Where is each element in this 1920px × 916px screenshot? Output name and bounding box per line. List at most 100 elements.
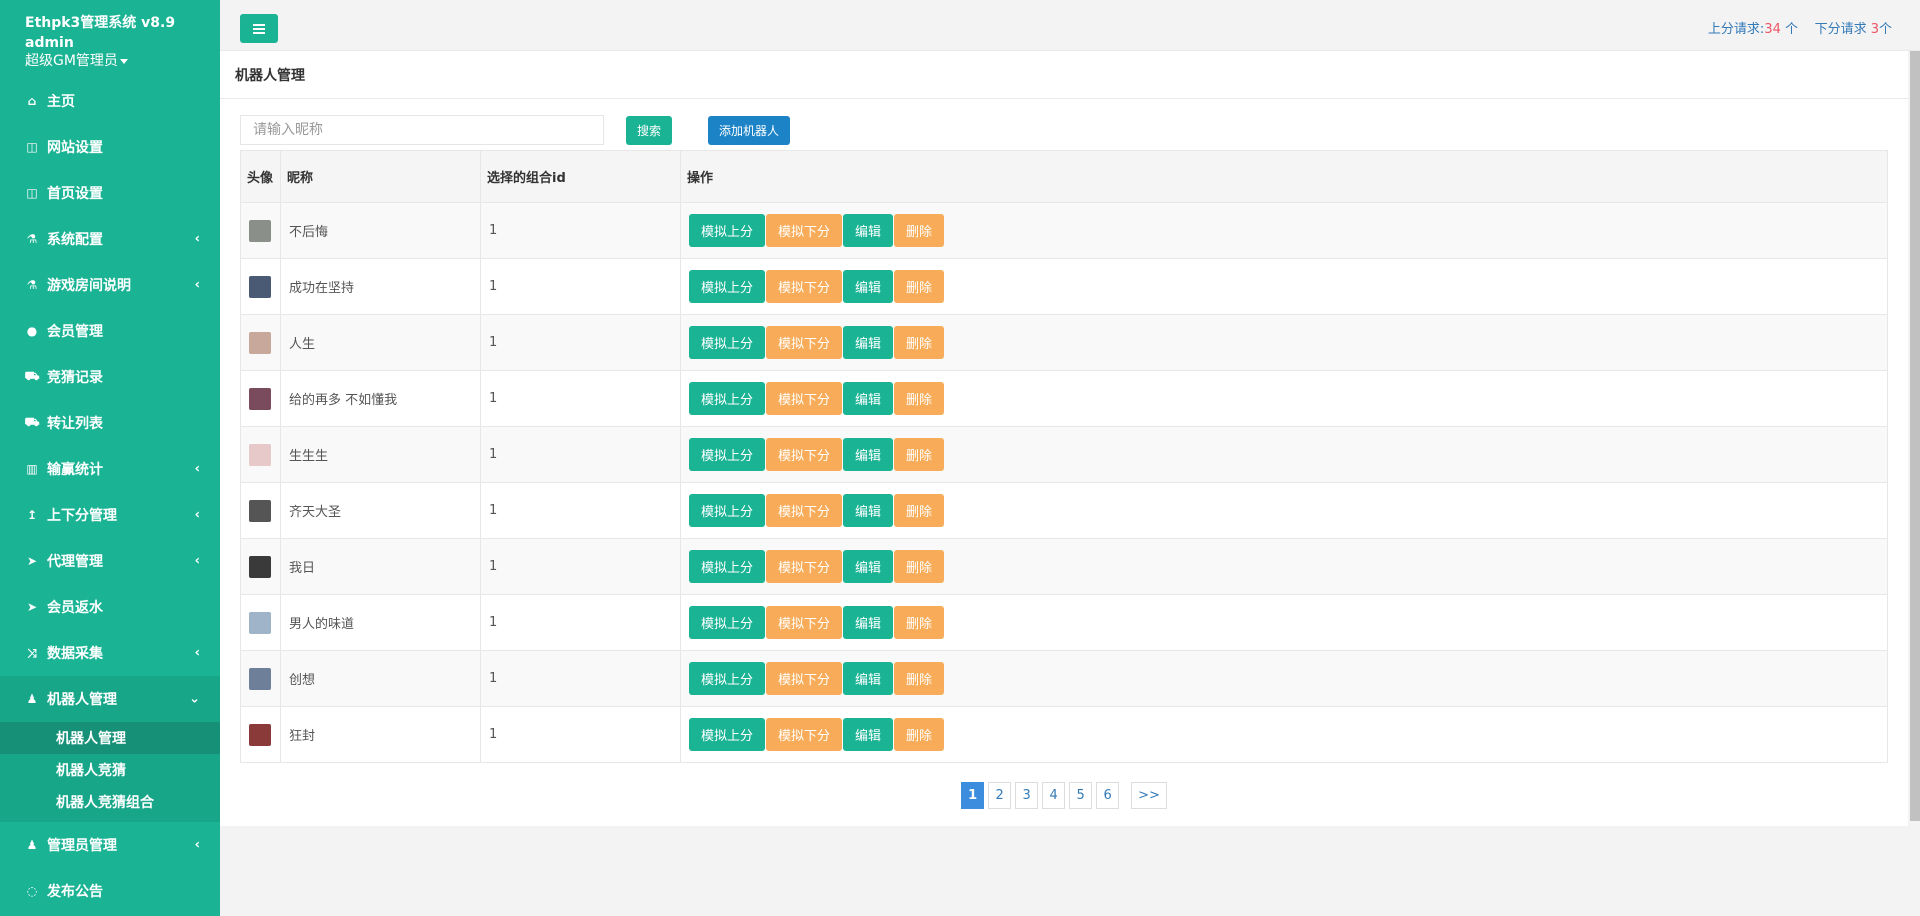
nickname-search-input[interactable] <box>240 115 604 145</box>
edit-button[interactable]: 编辑 <box>843 326 894 359</box>
simulate-deposit-button[interactable]: 模拟上分 <box>689 270 766 303</box>
sidebar-item[interactable]: ◫ 首页设置 <box>0 170 220 216</box>
up-request-link[interactable]: 上分请求:34 个 <box>1708 18 1798 37</box>
table-row: 男人的味道 1 模拟上分 模拟下分 编辑 删除 <box>240 594 1888 651</box>
sidebar-item[interactable]: ⚗ 系统配置 ‹ <box>0 216 220 262</box>
robot-submenu: 机器人管理 机器人竞猜 机器人竞猜组合 <box>0 722 220 822</box>
simulate-deposit-button[interactable]: 模拟上分 <box>689 214 766 247</box>
simulate-withdraw-button[interactable]: 模拟下分 <box>766 382 843 415</box>
delete-button[interactable]: 删除 <box>894 214 945 247</box>
submenu-item[interactable]: 机器人竞猜 <box>0 754 220 786</box>
page-link[interactable]: 3 <box>1015 782 1039 809</box>
pagination: 1 2 3 4 5 6 >> <box>220 782 1908 809</box>
simulate-withdraw-button[interactable]: 模拟下分 <box>766 438 843 471</box>
avatar-cell <box>240 370 281 427</box>
user-icon: ● <box>26 324 38 338</box>
simulate-deposit-button[interactable]: 模拟上分 <box>689 326 766 359</box>
sidebar-item[interactable]: ⌂ 主页 <box>0 78 220 124</box>
delete-button[interactable]: 删除 <box>894 326 945 359</box>
group-id-cell: 1 <box>480 482 681 539</box>
simulate-withdraw-button[interactable]: 模拟下分 <box>766 550 843 583</box>
edit-button[interactable]: 编辑 <box>843 606 894 639</box>
simulate-withdraw-button[interactable]: 模拟下分 <box>766 270 843 303</box>
submenu-item[interactable]: 机器人竞猜组合 <box>0 786 220 818</box>
delete-button[interactable]: 删除 <box>894 606 945 639</box>
delete-button[interactable]: 删除 <box>894 550 945 583</box>
simulate-withdraw-button[interactable]: 模拟下分 <box>766 326 843 359</box>
simulate-deposit-button[interactable]: 模拟上分 <box>689 494 766 527</box>
role-dropdown[interactable]: 超级GM管理员 <box>25 52 220 70</box>
simulate-deposit-button[interactable]: 模拟上分 <box>689 438 766 471</box>
simulate-deposit-button[interactable]: 模拟上分 <box>689 718 766 751</box>
submenu-item[interactable]: 机器人管理 <box>0 722 220 754</box>
main-panel: 机器人管理 搜索 添加机器人 头像 昵称 选择的组合id 操作 不后悔1模拟上分… <box>220 51 1908 826</box>
sidebar-item[interactable]: ● 会员管理 <box>0 308 220 354</box>
sidebar-item[interactable]: ◫ 网站设置 <box>0 124 220 170</box>
chevron-left-icon: ‹ <box>194 277 200 293</box>
sidebar-item[interactable]: ♟ 机器人管理 ⌄ <box>0 676 220 722</box>
group-id-cell: 1 <box>480 426 681 483</box>
delete-button[interactable]: 删除 <box>894 662 945 695</box>
simulate-withdraw-button[interactable]: 模拟下分 <box>766 662 843 695</box>
sidebar-item-label: 会员管理 <box>47 324 103 340</box>
sidebar-item[interactable]: ⛟ 转让列表 <box>0 400 220 446</box>
edit-button[interactable]: 编辑 <box>843 438 894 471</box>
edit-button[interactable]: 编辑 <box>843 662 894 695</box>
sidebar-item-label: 首页设置 <box>47 186 103 202</box>
sidebar-item[interactable]: ➤ 代理管理 ‹ <box>0 538 220 584</box>
nickname-cell: 不后悔 <box>280 202 481 259</box>
random-icon: ⤨ <box>27 645 37 660</box>
sidebar-item[interactable]: ◌ 发布公告 <box>0 868 220 914</box>
sidebar-item[interactable]: ⛟ 竞猜记录 <box>0 354 220 400</box>
chevron-left-icon: ‹ <box>194 553 200 569</box>
down-request-link[interactable]: 下分请求 3个 <box>1815 18 1892 37</box>
add-robot-button[interactable]: 添加机器人 <box>708 116 790 145</box>
sidebar-nav: ⌂ 主页 ◫ 网站设置 ◫ 首页设置 ⚗ 系统配置 ‹ ⚗ 游戏房间说明 ‹ ● 会员管理 ⛟ 竞猜记录 ⛟ 转让… <box>0 78 220 914</box>
simulate-withdraw-button[interactable]: 模拟下分 <box>766 494 843 527</box>
edit-button[interactable]: 编辑 <box>843 550 894 583</box>
edit-button[interactable]: 编辑 <box>843 718 894 751</box>
avatar <box>249 667 271 690</box>
sidebar-item[interactable]: ⤨ 数据采集 ‹ <box>0 630 220 676</box>
simulate-withdraw-button[interactable]: 模拟下分 <box>766 214 843 247</box>
delete-button[interactable]: 删除 <box>894 270 945 303</box>
level-up-icon: ↥ <box>26 508 38 522</box>
simulate-deposit-button[interactable]: 模拟上分 <box>689 662 766 695</box>
simulate-withdraw-button[interactable]: 模拟下分 <box>766 606 843 639</box>
delete-button[interactable]: 删除 <box>894 718 945 751</box>
simulate-withdraw-button[interactable]: 模拟下分 <box>766 718 843 751</box>
vertical-scrollbar[interactable] <box>1910 51 1920 821</box>
simulate-deposit-button[interactable]: 模拟上分 <box>689 550 766 583</box>
next-page-link[interactable]: >> <box>1131 782 1167 809</box>
home-icon: ⌂ <box>27 94 37 108</box>
page-link[interactable]: 6 <box>1096 782 1120 809</box>
simulate-deposit-button[interactable]: 模拟上分 <box>689 382 766 415</box>
sidebar-item[interactable]: ⚗ 游戏房间说明 ‹ <box>0 262 220 308</box>
sidebar-item[interactable]: ♟ 管理员管理 ‹ <box>0 822 220 868</box>
sidebar-item[interactable]: ▥ 输赢统计 ‹ <box>0 446 220 492</box>
actions-cell: 模拟上分 模拟下分 编辑 删除 <box>680 594 1888 651</box>
sidebar-item-label: 游戏房间说明 <box>47 278 131 294</box>
delete-button[interactable]: 删除 <box>894 382 945 415</box>
sidebar: Ethpk3管理系统 v8.9 admin 超级GM管理员 ⌂ 主页 ◫ 网站设置 ◫ 首… <box>0 0 220 916</box>
sidebar-item[interactable]: ↥ 上下分管理 ‹ <box>0 492 220 538</box>
search-button[interactable]: 搜索 <box>626 116 672 145</box>
edit-button[interactable]: 编辑 <box>843 270 894 303</box>
actions-cell: 模拟上分 模拟下分 编辑 删除 <box>680 258 1888 315</box>
page-link[interactable]: 4 <box>1042 782 1066 809</box>
page-link[interactable]: 5 <box>1069 782 1093 809</box>
simulate-deposit-button[interactable]: 模拟上分 <box>689 606 766 639</box>
edit-button[interactable]: 编辑 <box>843 382 894 415</box>
table-row: 成功在坚持 1 模拟上分 模拟下分 编辑 删除 <box>240 258 1888 315</box>
male-icon: ♟ <box>26 692 38 706</box>
menu-toggle-button[interactable] <box>240 14 278 43</box>
actions-cell: 模拟上分 模拟下分 编辑 删除 <box>680 650 1888 707</box>
page-link[interactable]: 1 <box>961 782 985 809</box>
edit-button[interactable]: 编辑 <box>843 494 894 527</box>
delete-button[interactable]: 删除 <box>894 438 945 471</box>
delete-button[interactable]: 删除 <box>894 494 945 527</box>
sidebar-item[interactable]: ➤ 会员返水 <box>0 584 220 630</box>
page-link[interactable]: 2 <box>988 782 1012 809</box>
edit-button[interactable]: 编辑 <box>843 214 894 247</box>
system-title: Ethpk3管理系统 v8.9 <box>25 15 176 31</box>
